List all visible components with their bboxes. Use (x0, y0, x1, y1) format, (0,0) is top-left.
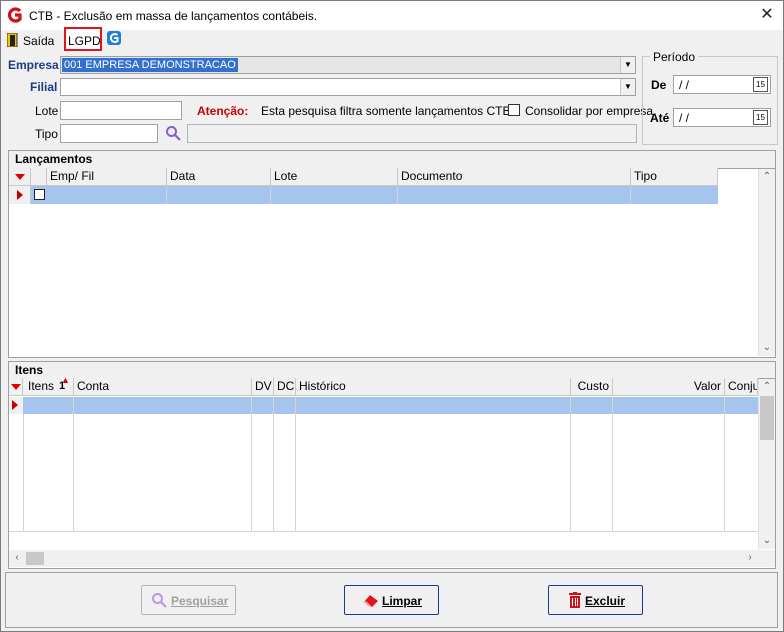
window-title: CTB - Exclusão em massa de lançamentos c… (29, 9, 318, 23)
excluir-label: Excluir (585, 594, 626, 608)
col-dv[interactable]: DV (252, 378, 274, 396)
limpar-label: Limpar (382, 594, 423, 608)
lancamentos-title: Lançamentos (15, 152, 93, 166)
row-checkbox[interactable] (34, 189, 45, 200)
attention-label: Atenção: (197, 104, 249, 118)
close-icon[interactable]: ✕ (757, 5, 777, 25)
calendar-icon[interactable]: 15 (753, 110, 768, 125)
row-divider (166, 186, 167, 204)
col-lote[interactable]: Lote (271, 168, 398, 186)
exit-icon[interactable] (6, 32, 19, 48)
col-data[interactable]: Data (167, 168, 271, 186)
pesquisar-button[interactable]: Pesquisar (141, 585, 236, 615)
itens-hscrollbar[interactable]: ‹ › (9, 550, 775, 567)
pesquisar-label: Pesquisar (171, 594, 229, 608)
col-emp-fil[interactable]: Emp/ Fil (47, 168, 167, 186)
chevron-down-icon[interactable]: ▼ (620, 57, 635, 73)
col-itens[interactable]: Itens 1 ▲ (23, 378, 74, 396)
table-row[interactable] (31, 186, 718, 204)
filter-down-icon[interactable] (15, 174, 25, 180)
grid-divider (73, 397, 74, 531)
help-g-icon[interactable] (107, 31, 121, 45)
de-label: De (651, 78, 667, 92)
grid-divider (23, 414, 24, 531)
grid-divider (570, 397, 571, 531)
ate-date-value: / / (679, 111, 690, 125)
col-documento[interactable]: Documento (398, 168, 631, 186)
trash-icon (569, 592, 581, 608)
current-row-icon (17, 190, 23, 200)
periodo-title: Período (650, 50, 699, 64)
tipo-label: Tipo (35, 127, 58, 141)
tipo-description-field (187, 124, 637, 143)
ate-date-input[interactable]: / / 15 (673, 108, 771, 127)
scroll-thumb[interactable] (760, 396, 774, 440)
row-indicator (9, 186, 31, 204)
grid-divider (251, 397, 252, 531)
row-indicator (9, 397, 23, 414)
filial-label: Filial (30, 80, 58, 94)
scroll-left-icon[interactable]: ‹ (9, 550, 25, 566)
grid-divider (273, 397, 274, 531)
excluir-button[interactable]: Excluir (548, 585, 643, 615)
scroll-right-icon[interactable]: › (742, 550, 758, 566)
lote-label: Lote (35, 104, 59, 118)
consolidate-label[interactable]: Consolidar por empresa (525, 104, 653, 118)
grid-select-header (31, 168, 47, 186)
itens-vscrollbar[interactable]: ⌃ ⌄ (758, 379, 775, 549)
lancamentos-scrollbar[interactable]: ⌃ ⌄ (758, 169, 775, 356)
grid-divider (724, 397, 725, 531)
current-row-icon (12, 400, 18, 410)
grid-divider (295, 397, 296, 531)
scroll-up-icon[interactable]: ⌃ (759, 169, 775, 185)
consolidate-checkbox[interactable] (508, 104, 520, 116)
col-itens-label: Itens (28, 379, 55, 393)
col-historico[interactable]: Histórico (296, 378, 571, 396)
table-row[interactable] (23, 397, 758, 414)
eraser-icon (362, 593, 380, 607)
tipo-input[interactable] (60, 124, 158, 143)
sort-up-icon: ▲ (61, 378, 70, 385)
grid-footer-line (9, 531, 758, 532)
app-logo-icon (7, 7, 23, 23)
empresa-label: Empresa (8, 58, 59, 72)
scroll-up-icon[interactable]: ⌃ (759, 379, 775, 395)
empresa-combo[interactable]: 001 EMPRESA DEMONSTRACAO ▼ (60, 56, 636, 74)
row-divider (397, 186, 398, 204)
limpar-button[interactable]: Limpar (344, 585, 439, 615)
col-conta[interactable]: Conta (74, 378, 252, 396)
col-custo[interactable]: Custo (571, 378, 613, 396)
lgpd-button-label[interactable]: LGPD (68, 34, 101, 48)
col-valor[interactable]: Valor (613, 378, 725, 396)
calendar-icon[interactable]: 15 (753, 77, 768, 92)
exit-button-label[interactable]: Saída (23, 34, 54, 48)
col-dc[interactable]: DC (274, 378, 296, 396)
row-divider (630, 186, 631, 204)
scroll-down-icon[interactable]: ⌄ (759, 340, 775, 356)
grid-divider (612, 397, 613, 531)
row-divider (270, 186, 271, 204)
search-icon[interactable] (165, 125, 181, 141)
scroll-down-icon[interactable]: ⌄ (759, 533, 775, 549)
de-date-input[interactable]: / / 15 (673, 75, 771, 94)
col-tipo[interactable]: Tipo (631, 168, 718, 186)
empresa-value: 001 EMPRESA DEMONSTRACAO (62, 58, 238, 72)
periodo-group (642, 56, 778, 145)
itens-title: Itens (15, 363, 44, 377)
ate-label: Até (650, 111, 670, 125)
itens-indicator-header[interactable] (9, 378, 23, 396)
grid-indicator-header[interactable] (9, 168, 31, 186)
scroll-thumb[interactable] (26, 552, 44, 565)
chevron-down-icon[interactable]: ▼ (620, 79, 635, 95)
col-conjunto[interactable]: Conjun (725, 378, 758, 396)
attention-text: Esta pesquisa filtra somente lançamentos… (261, 104, 514, 118)
search-icon (151, 592, 167, 608)
de-date-value: / / (679, 78, 690, 92)
filter-down-icon[interactable] (11, 384, 21, 390)
lote-input[interactable] (60, 101, 182, 120)
filial-combo[interactable]: ▼ (60, 78, 636, 96)
